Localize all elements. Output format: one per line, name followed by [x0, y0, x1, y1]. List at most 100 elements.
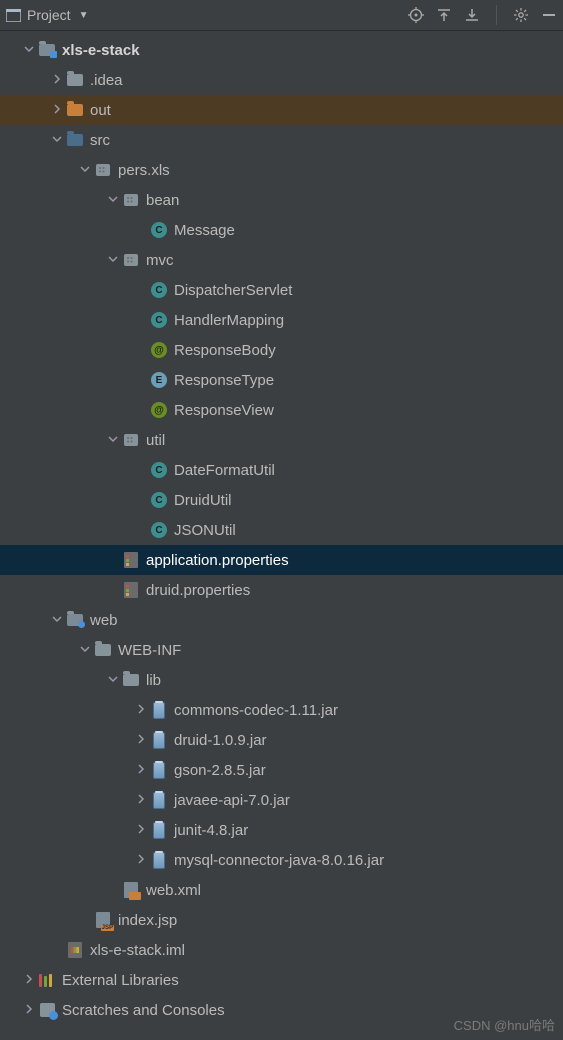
jar-junit[interactable]: junit-4.8.jar — [0, 815, 563, 845]
chevron-down-icon[interactable] — [104, 674, 122, 687]
tree-item-label: mvc — [146, 252, 174, 269]
class-icon: C — [150, 491, 168, 509]
tree-item-label: javaee-api-7.0.jar — [174, 792, 290, 809]
folder-webinf[interactable]: WEB-INF — [0, 635, 563, 665]
chevron-down-icon[interactable] — [104, 434, 122, 447]
chevron-right-icon[interactable] — [132, 704, 150, 717]
tree-item-label: src — [90, 132, 110, 149]
scratch-icon — [38, 1001, 56, 1019]
dropdown-icon: ▼ — [79, 10, 89, 21]
tree-item-label: Message — [174, 222, 235, 239]
package-mvc[interactable]: mvc — [0, 245, 563, 275]
iml-icon — [66, 941, 84, 959]
webroot-icon — [66, 611, 84, 629]
tree-item-label: bean — [146, 192, 179, 209]
hide-icon[interactable] — [541, 7, 557, 23]
collapse-all-icon[interactable] — [464, 7, 480, 23]
class-icon: C — [150, 221, 168, 239]
package-bean[interactable]: bean — [0, 185, 563, 215]
settings-icon[interactable] — [513, 7, 529, 23]
jar-javaee-api[interactable]: javaee-api-7.0.jar — [0, 785, 563, 815]
project-toolbar: Project ▼ — [0, 0, 563, 31]
chevron-right-icon[interactable] — [20, 974, 38, 987]
project-root[interactable]: xls-e-stack — [0, 35, 563, 65]
chevron-right-icon[interactable] — [20, 1004, 38, 1017]
class-jsonutil[interactable]: ›CJSONUtil — [0, 515, 563, 545]
folder-idea[interactable]: .idea — [0, 65, 563, 95]
tree-item-label: mysql-connector-java-8.0.16.jar — [174, 852, 384, 869]
folder-web[interactable]: web — [0, 605, 563, 635]
package-util[interactable]: util — [0, 425, 563, 455]
pkg-icon — [122, 251, 140, 269]
chevron-down-icon[interactable] — [104, 194, 122, 207]
folder-out[interactable]: out — [0, 95, 563, 125]
chevron-down-icon[interactable] — [48, 134, 66, 147]
chevron-down-icon[interactable] — [48, 614, 66, 627]
chevron-right-icon[interactable] — [132, 734, 150, 747]
jar-druid[interactable]: druid-1.0.9.jar — [0, 725, 563, 755]
class-dateformatutil[interactable]: ›CDateFormatUtil — [0, 455, 563, 485]
tree-item-label: gson-2.8.5.jar — [174, 762, 266, 779]
tree-item-label: web — [90, 612, 118, 629]
file-application-properties[interactable]: ›application.properties — [0, 545, 563, 575]
chevron-right-icon[interactable] — [132, 794, 150, 807]
chevron-right-icon[interactable] — [132, 764, 150, 777]
jar-mysql-connector[interactable]: mysql-connector-java-8.0.16.jar — [0, 845, 563, 875]
tree-item-label: .idea — [90, 72, 123, 89]
class-handlermapping[interactable]: ›CHandlerMapping — [0, 305, 563, 335]
chevron-right-icon[interactable] — [132, 854, 150, 867]
tree-item-label: druid.properties — [146, 582, 250, 599]
chevron-down-icon[interactable] — [76, 644, 94, 657]
tree-item-label: JSONUtil — [174, 522, 236, 539]
jar-gson[interactable]: gson-2.8.5.jar — [0, 755, 563, 785]
pkg-icon — [94, 161, 112, 179]
tree-item-label: External Libraries — [62, 972, 179, 989]
chevron-right-icon[interactable] — [48, 104, 66, 117]
file-web-xml[interactable]: ›web.xml — [0, 875, 563, 905]
enum-responsetype[interactable]: ›EResponseType — [0, 365, 563, 395]
project-tree[interactable]: xls-e-stack.ideaoutsrcpers.xlsbean›CMess… — [0, 31, 563, 1025]
tree-item-label: DruidUtil — [174, 492, 232, 509]
jar-commons-codec[interactable]: commons-codec-1.11.jar — [0, 695, 563, 725]
jar-icon — [150, 731, 168, 749]
class-icon: C — [150, 521, 168, 539]
chevron-right-icon[interactable] — [132, 824, 150, 837]
external-libraries[interactable]: External Libraries — [0, 965, 563, 995]
anno-responseview[interactable]: ›@ResponseView — [0, 395, 563, 425]
tree-item-label: druid-1.0.9.jar — [174, 732, 267, 749]
chevron-down-icon[interactable] — [76, 164, 94, 177]
tree-item-label: application.properties — [146, 552, 289, 569]
chevron-right-icon[interactable] — [48, 74, 66, 87]
class-druidutil[interactable]: ›CDruidUtil — [0, 485, 563, 515]
tree-item-label: commons-codec-1.11.jar — [174, 702, 338, 719]
tree-item-label: ResponseView — [174, 402, 274, 419]
tree-item-label: Scratches and Consoles — [62, 1002, 225, 1019]
expand-all-icon[interactable] — [436, 7, 452, 23]
tree-item-label: ResponseType — [174, 372, 274, 389]
folder-icon — [122, 671, 140, 689]
project-view-selector[interactable]: Project ▼ — [6, 7, 88, 23]
file-iml[interactable]: ›xls-e-stack.iml — [0, 935, 563, 965]
jar-icon — [150, 761, 168, 779]
folder-src[interactable]: src — [0, 125, 563, 155]
tree-item-label: junit-4.8.jar — [174, 822, 248, 839]
tree-item-label: DateFormatUtil — [174, 462, 275, 479]
file-druid-properties[interactable]: ›druid.properties — [0, 575, 563, 605]
locate-icon[interactable] — [408, 7, 424, 23]
tree-item-label: util — [146, 432, 165, 449]
chevron-down-icon[interactable] — [104, 254, 122, 267]
class-message[interactable]: ›CMessage — [0, 215, 563, 245]
tree-item-label: index.jsp — [118, 912, 177, 929]
tree-item-label: out — [90, 102, 111, 119]
props-icon — [122, 551, 140, 569]
chevron-down-icon[interactable] — [20, 44, 38, 57]
watermark: CSDN @hnu哈哈 — [454, 1015, 555, 1034]
folder-lib[interactable]: lib — [0, 665, 563, 695]
folder-blue-icon — [66, 131, 84, 149]
anno-responsebody[interactable]: ›@ResponseBody — [0, 335, 563, 365]
tree-item-label: DispatcherServlet — [174, 282, 292, 299]
package-pers-xls[interactable]: pers.xls — [0, 155, 563, 185]
jsp-icon — [94, 911, 112, 929]
class-dispatcherservlet[interactable]: ›CDispatcherServlet — [0, 275, 563, 305]
file-index-jsp[interactable]: ›index.jsp — [0, 905, 563, 935]
